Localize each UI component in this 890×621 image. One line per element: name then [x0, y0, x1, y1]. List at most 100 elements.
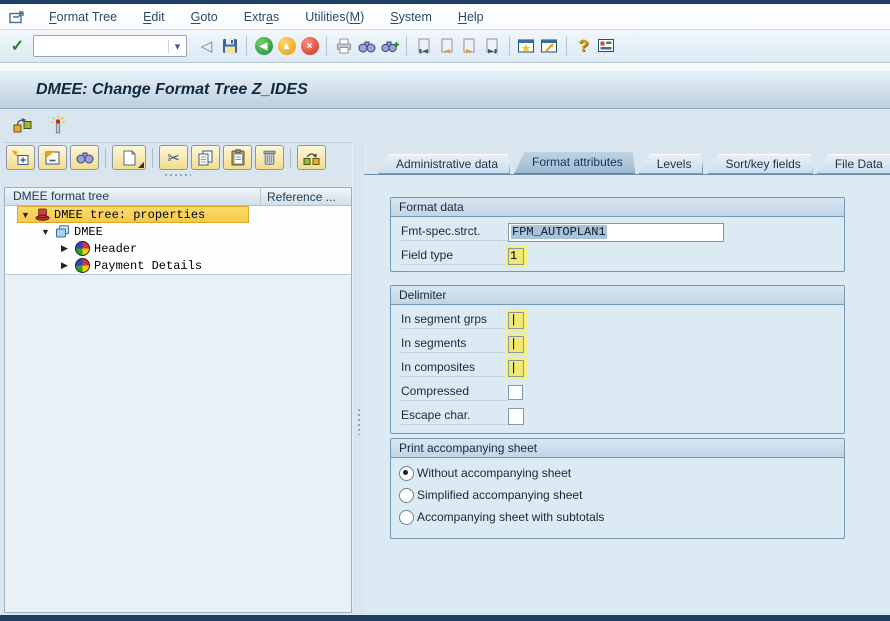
collapsed-arrow-icon[interactable]: ▶ — [61, 260, 73, 271]
tree-panel: ◢ ✂ DMEE format tree Reference ... ▼ DME… — [4, 142, 352, 613]
back-icon[interactable]: ◁ — [195, 35, 218, 57]
command-field[interactable]: ▾ — [33, 35, 187, 57]
tab-administrative-data[interactable]: Administrative data — [378, 154, 510, 174]
menu-goto[interactable]: Goto — [178, 10, 231, 24]
splitter-drag-handle[interactable] — [358, 409, 360, 435]
toolbar-separator — [326, 36, 327, 56]
escape-char-input[interactable] — [508, 407, 524, 425]
save-icon[interactable] — [218, 35, 241, 57]
tree-row-payment-details[interactable]: ▶ Payment Details — [5, 257, 351, 274]
toolbar-separator — [246, 36, 247, 56]
in-segments-input[interactable] — [505, 332, 527, 356]
in-segment-grps-label: In segment grps — [401, 312, 508, 329]
toolbar-separator — [406, 36, 407, 56]
find-icon[interactable] — [355, 35, 378, 57]
field-type-input[interactable] — [505, 244, 527, 268]
create-shortcut-icon[interactable] — [538, 35, 561, 57]
next-page-icon[interactable] — [458, 35, 481, 57]
fmt-spec-strct-input[interactable]: FPM_AUTOPLAN1 — [508, 222, 724, 242]
help-icon[interactable]: ? — [572, 35, 595, 57]
tab-content: Format data Fmt-spec.strct. FPM_AUTOPLAN… — [364, 174, 890, 612]
navigate-back-icon[interactable]: ◀ — [254, 37, 273, 55]
toolbar-separator — [105, 147, 106, 168]
compressed-label: Compressed — [401, 384, 508, 401]
segment-group-icon — [75, 241, 90, 256]
tree-column-name[interactable]: DMEE format tree — [5, 188, 261, 205]
group-title: Format data — [391, 198, 844, 217]
enter-icon[interactable]: ✓ — [6, 35, 29, 57]
menu-extras[interactable]: Extras — [231, 10, 292, 24]
tree-header: DMEE format tree Reference ... — [5, 188, 351, 206]
copy-icon[interactable] — [191, 145, 220, 170]
find-icon[interactable] — [70, 145, 99, 170]
paste-icon[interactable] — [223, 145, 252, 170]
dmee-tree-control: DMEE format tree Reference ... ▼ DMEE tr… — [4, 187, 352, 613]
tab-levels[interactable]: Levels — [639, 154, 704, 174]
expanded-arrow-icon[interactable]: ▼ — [41, 227, 53, 237]
tab-file-data[interactable]: File Data — [817, 154, 890, 174]
menu-utilities[interactable]: Utilities(M) — [292, 10, 377, 24]
menu-help[interactable]: Help — [445, 10, 497, 24]
toolbar-separator — [290, 147, 291, 168]
menu-format-tree[interactable]: Format Tree — [36, 10, 130, 24]
new-session-icon[interactable] — [515, 35, 538, 57]
cut-icon[interactable]: ✂ — [159, 145, 188, 170]
command-dropdown-icon[interactable]: ▾ — [168, 39, 186, 53]
tree-body: ▼ DMEE tree: properties ▼ DMEE ▶ Header … — [5, 206, 351, 274]
activate-check-icon[interactable] — [46, 114, 70, 136]
menu-bar: Format Tree Edit Goto Extras Utilities(M… — [0, 4, 890, 30]
print-icon[interactable] — [332, 35, 355, 57]
tree-row-label: DMEE tree: properties — [54, 207, 206, 222]
format-node-icon — [55, 225, 70, 238]
command-input[interactable] — [34, 37, 168, 55]
subtree-catalog-icon[interactable] — [10, 114, 34, 136]
expand-icon[interactable] — [6, 145, 35, 170]
segment-group-icon — [75, 258, 90, 273]
customize-layout-icon[interactable] — [595, 35, 618, 57]
format-data-group: Format data Fmt-spec.strct. FPM_AUTOPLAN… — [390, 197, 845, 272]
detail-panel: Administrative data Format attributes Le… — [364, 142, 890, 612]
expanded-arrow-icon[interactable]: ▼ — [21, 210, 33, 220]
radio-label: Simplified accompanying sheet — [417, 488, 583, 502]
first-page-icon[interactable] — [412, 35, 435, 57]
tab-sort-key-fields[interactable]: Sort/key fields — [707, 154, 812, 174]
in-segment-grps-input[interactable] — [505, 308, 527, 332]
tab-strip: Administrative data Format attributes Le… — [378, 150, 890, 174]
collapsed-arrow-icon[interactable]: ▶ — [61, 243, 73, 254]
radio-label: Accompanying sheet with subtotals — [417, 510, 605, 524]
cancel-icon[interactable]: × — [300, 37, 319, 55]
find-next-icon[interactable] — [378, 35, 401, 57]
system-menu-icon[interactable] — [9, 10, 26, 24]
radio-simplified-sheet[interactable] — [399, 487, 414, 503]
tree-row-dmee[interactable]: ▼ DMEE — [5, 223, 351, 240]
radio-without-sheet[interactable] — [399, 465, 414, 481]
tree-row-header[interactable]: ▶ Header — [5, 240, 351, 257]
collapse-icon[interactable] — [38, 145, 67, 170]
previous-page-icon[interactable] — [435, 35, 458, 57]
create-node-icon[interactable]: ◢ — [112, 145, 146, 170]
field-type-label: Field type — [401, 248, 508, 265]
toolbar-separator — [566, 36, 567, 56]
delete-icon[interactable] — [255, 145, 284, 170]
tree-row-properties[interactable]: ▼ DMEE tree: properties — [5, 206, 351, 223]
menu-edit[interactable]: Edit — [130, 10, 178, 24]
exit-icon[interactable]: ▲ — [277, 37, 296, 55]
tree-row-label: Payment Details — [94, 258, 203, 273]
reassign-icon[interactable] — [297, 145, 326, 170]
radio-sheet-with-subtotals[interactable] — [399, 509, 414, 525]
tree-column-reference[interactable]: Reference ... — [261, 190, 351, 204]
delimiter-group: Delimiter In segment grps In segments In… — [390, 285, 845, 434]
toolbar-gap — [0, 63, 890, 71]
tree-properties-icon — [35, 208, 50, 221]
create-node-dropdown-icon[interactable]: ◢ — [138, 160, 144, 169]
tree-row-label: Header — [94, 241, 138, 256]
fmt-spec-strct-label: Fmt-spec.strct. — [401, 224, 508, 241]
tab-format-attributes[interactable]: Format attributes — [514, 151, 635, 174]
compressed-checkbox[interactable] — [508, 384, 523, 400]
toolbar-drag-handle[interactable] — [4, 172, 352, 178]
in-composites-input[interactable] — [505, 356, 527, 380]
group-title: Print accompanying sheet — [391, 439, 844, 458]
last-page-icon[interactable] — [481, 35, 504, 57]
menu-system[interactable]: System — [377, 10, 445, 24]
window-bottom-strip — [0, 615, 890, 621]
